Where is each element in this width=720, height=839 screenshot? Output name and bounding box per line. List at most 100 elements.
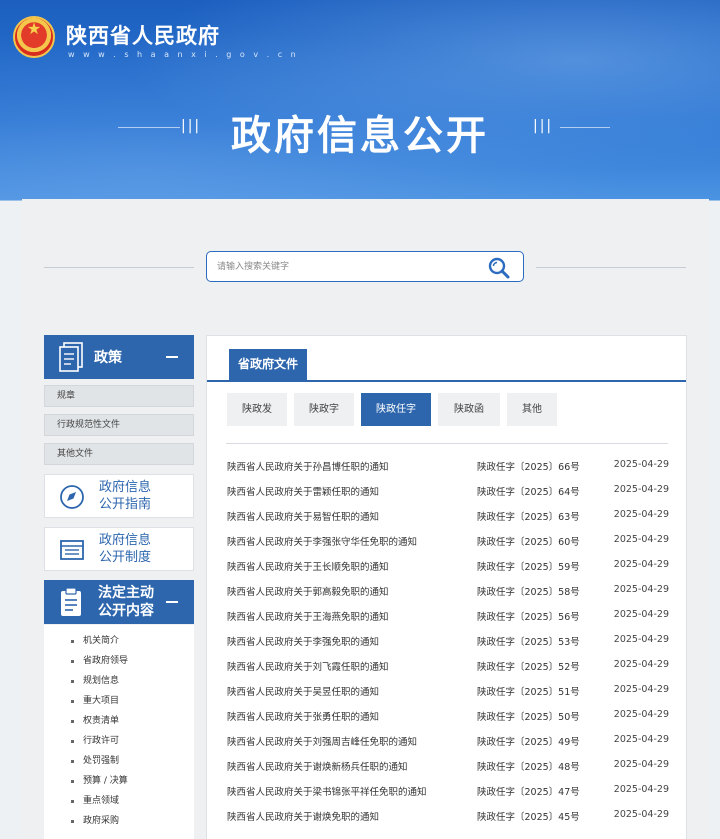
tab-other[interactable]: 其他: [507, 393, 557, 426]
list-item[interactable]: 规划信息: [70, 675, 119, 687]
table-row[interactable]: 陕西省人民政府关于王长顺免职的通知 陕政任字〔2025〕59号 2025-04-29: [227, 559, 669, 584]
heading-decoration-right: [560, 127, 610, 128]
sidebar-system-label-line1: 政府信息: [99, 533, 152, 548]
document-number: 陕政任字〔2025〕51号: [477, 687, 580, 698]
sidebar-statutory-label: 法定主动 公开内容: [98, 584, 154, 620]
document-title-link[interactable]: 陕西省人民政府关于吴昱任职的通知: [227, 684, 379, 698]
sidebar-item-regulations[interactable]: 规章: [44, 385, 194, 407]
list-item[interactable]: 行政许可: [70, 735, 119, 747]
document-number: 陕政任字〔2025〕53号: [477, 637, 580, 648]
sidebar-policy-header[interactable]: 政策: [44, 335, 194, 379]
document-title-link[interactable]: 陕西省人民政府关于刘强周吉峰任免职的通知: [227, 734, 417, 748]
document-title-link[interactable]: 陕西省人民政府关于张勇任职的通知: [227, 709, 379, 723]
document-title-link[interactable]: 陕西省人民政府关于郭高毅免职的通知: [227, 584, 389, 598]
page-heading: 政府信息公开: [231, 113, 489, 159]
document-date: 2025-04-29: [613, 534, 669, 545]
sidebar-statutory-header[interactable]: 法定主动 公开内容: [44, 580, 194, 624]
search-divider-left: [44, 267, 194, 268]
document-date: 2025-04-29: [613, 559, 669, 570]
table-row[interactable]: 陕西省人民政府关于李强免职的通知 陕政任字〔2025〕53号 2025-04-29: [227, 634, 669, 659]
sidebar-statutory-label-line1: 法定主动: [98, 585, 154, 601]
table-row[interactable]: 陕西省人民政府关于雷颖任职的通知 陕政任字〔2025〕64号 2025-04-29: [227, 484, 669, 509]
documents-panel: 省政府文件 陕政发 陕政字 陕政任字 陕政函 其他 陕西省人民政府关于孙昌博任职…: [206, 335, 687, 839]
compass-icon: [60, 485, 84, 509]
document-number: 陕政任字〔2025〕49号: [477, 737, 580, 748]
document-date: 2025-04-29: [613, 709, 669, 720]
sidebar-guide-card[interactable]: 政府信息 公开指南: [44, 474, 194, 518]
tab-shaanzhengzi[interactable]: 陕政字: [294, 393, 354, 426]
document-title-link[interactable]: 陕西省人民政府关于梁书锦张平祥任免职的通知: [227, 784, 427, 798]
table-row[interactable]: 陕西省人民政府关于谢焕免职的通知 陕政任字〔2025〕45号 2025-04-29: [227, 809, 669, 834]
document-title-link[interactable]: 陕西省人民政府关于刘飞霞任职的通知: [227, 659, 389, 673]
table-row[interactable]: 陕西省人民政府关于孙昌博任职的通知 陕政任字〔2025〕66号 2025-04-29: [227, 459, 669, 484]
sidebar-item-other-docs[interactable]: 其他文件: [44, 443, 194, 465]
document-title-link[interactable]: 陕西省人民政府关于李强张守华任免职的通知: [227, 534, 417, 548]
collapse-icon[interactable]: [166, 601, 178, 603]
sidebar-guide-label-line1: 政府信息: [99, 480, 152, 495]
sidebar-system-label-line2: 公开制度: [99, 550, 152, 565]
list-icon: [60, 540, 84, 560]
table-row[interactable]: 陕西省人民政府关于谢焕新杨兵任职的通知 陕政任字〔2025〕48号 2025-04-…: [227, 759, 669, 784]
document-title-link[interactable]: 陕西省人民政府关于李强免职的通知: [227, 634, 379, 648]
table-row[interactable]: 陕西省人民政府关于刘强周吉峰任免职的通知 陕政任字〔2025〕49号 2025-04…: [227, 734, 669, 759]
tabs-divider: [226, 443, 668, 444]
list-item[interactable]: 省政府领导: [70, 655, 128, 667]
document-date: 2025-04-29: [613, 634, 669, 645]
document-number: 陕政任字〔2025〕64号: [477, 487, 580, 498]
sidebar-system-card[interactable]: 政府信息 公开制度: [44, 527, 194, 571]
document-date: 2025-04-29: [613, 509, 669, 520]
list-item[interactable]: 重大项目: [70, 695, 119, 707]
document-date: 2025-04-29: [613, 484, 669, 495]
list-item[interactable]: 重点领域: [70, 795, 119, 807]
table-row[interactable]: 陕西省人民政府关于郭高毅免职的通知 陕政任字〔2025〕58号 2025-04-29: [227, 584, 669, 609]
search-box: [206, 251, 524, 282]
national-emblem-icon: [13, 16, 55, 58]
document-title-link[interactable]: 陕西省人民政府关于谢焕新杨兵任职的通知: [227, 759, 408, 773]
document-title-link[interactable]: 陕西省人民政府关于易智任职的通知: [227, 509, 379, 523]
section-title-underline: [207, 380, 686, 382]
document-number: 陕政任字〔2025〕47号: [477, 787, 580, 798]
table-row[interactable]: 陕西省人民政府关于梁书锦张平祥任免职的通知 陕政任字〔2025〕47号 2025-0…: [227, 784, 669, 809]
tab-shaanzhengrenzi[interactable]: 陕政任字: [361, 393, 431, 426]
sidebar-statutory-label-line2: 公开内容: [98, 603, 154, 619]
document-number: 陕政任字〔2025〕66号: [477, 462, 580, 473]
document-date: 2025-04-29: [613, 584, 669, 595]
list-item[interactable]: 预算 / 决算: [71, 775, 128, 787]
sidebar-item-normative-docs[interactable]: 行政规范性文件: [44, 414, 194, 436]
table-row[interactable]: 陕西省人民政府关于吴昱任职的通知 陕政任字〔2025〕51号 2025-04-29: [227, 684, 669, 709]
table-row[interactable]: 陕西省人民政府关于王海燕免职的通知 陕政任字〔2025〕56号 2025-04-29: [227, 609, 669, 634]
document-number: 陕政任字〔2025〕58号: [477, 587, 580, 598]
table-row[interactable]: 陕西省人民政府关于张勇任职的通知 陕政任字〔2025〕50号 2025-04-29: [227, 709, 669, 734]
document-title-link[interactable]: 陕西省人民政府关于谢焕免职的通知: [227, 809, 379, 823]
document-title-link[interactable]: 陕西省人民政府关于王长顺免职的通知: [227, 559, 389, 573]
document-number: 陕政任字〔2025〕45号: [477, 812, 580, 823]
site-title[interactable]: 陕西省人民政府: [66, 20, 220, 50]
clipboard-icon: [61, 587, 81, 616]
document-number: 陕政任字〔2025〕52号: [477, 662, 580, 673]
tab-shaanzhengfa[interactable]: 陕政发: [227, 393, 287, 426]
table-row[interactable]: 陕西省人民政府关于易智任职的通知 陕政任字〔2025〕63号 2025-04-29: [227, 509, 669, 534]
statutory-list: 机关简介 省政府领导 规划信息 重大项目 权责清单 行政许可 处罚强制 预算 /…: [44, 625, 194, 839]
search-icon[interactable]: [487, 256, 511, 280]
document-title-link[interactable]: 陕西省人民政府关于孙昌博任职的通知: [227, 459, 389, 473]
list-item[interactable]: 处罚强制: [70, 755, 119, 767]
document-date: 2025-04-29: [613, 809, 669, 820]
sidebar-system-label: 政府信息 公开制度: [99, 532, 151, 566]
tab-shaanzhenghan[interactable]: 陕政函: [438, 393, 500, 426]
search-input[interactable]: [217, 258, 477, 276]
document-number: 陕政任字〔2025〕56号: [477, 612, 580, 623]
list-item[interactable]: 权责清单: [70, 715, 119, 727]
list-item[interactable]: 机关简介: [70, 635, 119, 647]
collapse-icon[interactable]: [166, 356, 178, 358]
document-title-link[interactable]: 陕西省人民政府关于雷颖任职的通知: [227, 484, 379, 498]
table-row[interactable]: 陕西省人民政府关于李强张守华任免职的通知 陕政任字〔2025〕60号 2025-04…: [227, 534, 669, 559]
table-row[interactable]: 陕西省人民政府关于刘飞霞任职的通知 陕政任字〔2025〕52号 2025-04-29: [227, 659, 669, 684]
list-item[interactable]: 政府采购: [70, 815, 119, 827]
document-title-link[interactable]: 陕西省人民政府关于王海燕免职的通知: [227, 609, 389, 623]
document-number: 陕政任字〔2025〕60号: [477, 537, 580, 548]
document-number: 陕政任字〔2025〕50号: [477, 712, 580, 723]
document-icon: [59, 342, 83, 372]
section-title: 省政府文件: [229, 349, 308, 381]
document-number: 陕政任字〔2025〕48号: [477, 762, 580, 773]
site-url: w w w . s h a a n x i . g o v . c n: [68, 50, 299, 59]
